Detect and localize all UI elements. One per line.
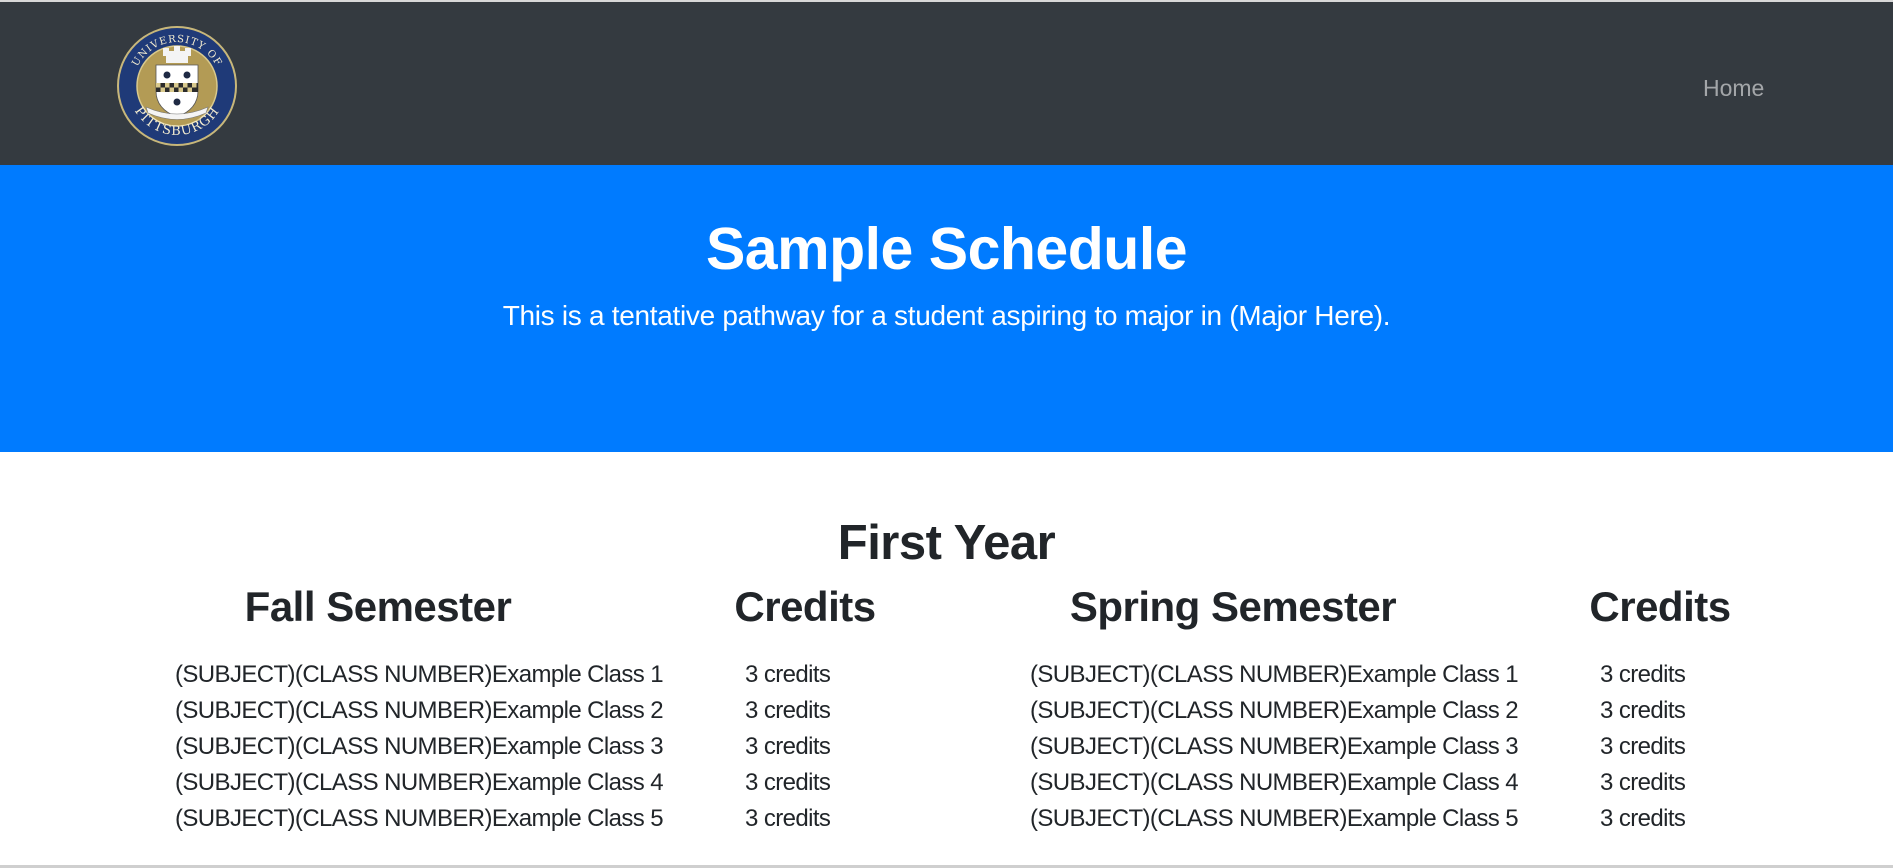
spring-class-item: (SUBJECT)(CLASS NUMBER)Example Class 3 [1030,733,1519,760]
fall-credit-item: 3 credits [745,697,831,724]
nav-home-link[interactable]: Home [1703,74,1764,102]
fall-class-item: (SUBJECT)(CLASS NUMBER)Example Class 2 [175,697,664,724]
spring-class-list: (SUBJECT)(CLASS NUMBER)Example Class 1 (… [1030,657,1519,837]
navbar: UNIVERSITY OF PITTSBURGH Home [0,2,1893,165]
spring-credit-item: 3 credits [1600,697,1686,724]
spring-semester-header: Spring Semester [1069,583,1397,630]
fall-credit-item: 3 credits [745,733,831,760]
spring-credits-header: Credits [1589,583,1731,630]
university-seal-icon: UNIVERSITY OF PITTSBURGH [117,26,237,146]
hero-banner: Sample Schedule This is a tentative path… [0,165,1893,452]
year-heading: First Year [837,516,1056,570]
spring-class-item: (SUBJECT)(CLASS NUMBER)Example Class 5 [1030,805,1519,832]
fall-class-item: (SUBJECT)(CLASS NUMBER)Example Class 3 [175,733,664,760]
fall-credits-list: 3 credits 3 credits 3 credits 3 credits … [745,657,831,837]
university-seal-logo[interactable]: UNIVERSITY OF PITTSBURGH [116,25,238,147]
spring-credit-item: 3 credits [1600,733,1686,760]
spring-credits-list: 3 credits 3 credits 3 credits 3 credits … [1600,657,1686,837]
fall-credits-header: Credits [734,583,876,630]
fall-credit-item: 3 credits [745,805,831,832]
fall-credit-item: 3 credits [745,769,831,796]
spring-class-item: (SUBJECT)(CLASS NUMBER)Example Class 1 [1030,661,1519,688]
fall-semester-header: Fall Semester [244,583,512,630]
page-subtitle: This is a tentative pathway for a studen… [502,300,1391,331]
spring-credit-item: 3 credits [1600,661,1686,688]
fall-class-item: (SUBJECT)(CLASS NUMBER)Example Class 1 [175,661,664,688]
fall-class-list: (SUBJECT)(CLASS NUMBER)Example Class 1 (… [175,657,664,837]
spring-credit-item: 3 credits [1600,805,1686,832]
spring-class-item: (SUBJECT)(CLASS NUMBER)Example Class 2 [1030,697,1519,724]
page-title: Sample Schedule [705,216,1188,282]
fall-credit-item: 3 credits [745,661,831,688]
fall-class-item: (SUBJECT)(CLASS NUMBER)Example Class 5 [175,805,664,832]
spring-class-item: (SUBJECT)(CLASS NUMBER)Example Class 4 [1030,769,1519,796]
spring-credit-item: 3 credits [1600,769,1686,796]
fall-class-item: (SUBJECT)(CLASS NUMBER)Example Class 4 [175,769,664,796]
